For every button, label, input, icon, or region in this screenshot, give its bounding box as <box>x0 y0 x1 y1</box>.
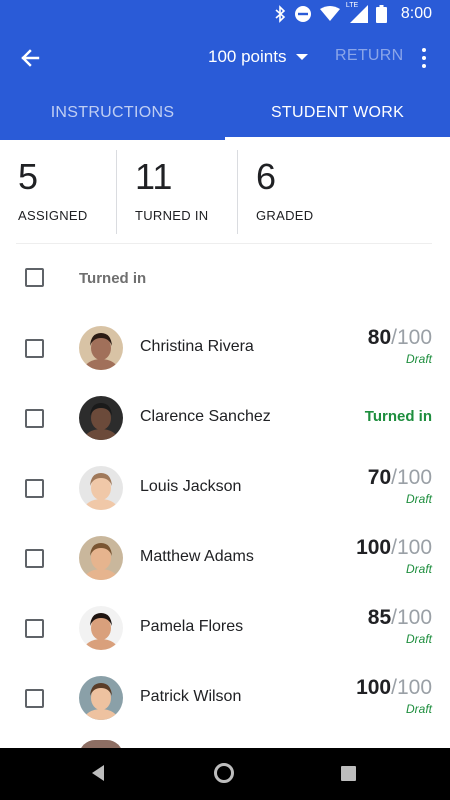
student-checkbox[interactable] <box>25 619 44 638</box>
system-nav-bar <box>0 748 450 800</box>
app-bar: 100 points RETURN <box>0 28 450 86</box>
tab-instructions[interactable]: INSTRUCTIONS <box>0 86 225 140</box>
student-name: Matthew Adams <box>140 548 254 565</box>
grade-score: 85 <box>367 606 392 629</box>
stats-summary: 5 ASSIGNED 11 TURNED IN 6 GRADED <box>0 140 450 244</box>
grade-status: Draft <box>405 492 432 506</box>
stat-label: ASSIGNED <box>18 208 88 223</box>
avatar <box>79 396 123 440</box>
divider <box>237 150 238 234</box>
points-dropdown[interactable]: 100 points <box>208 44 309 70</box>
back-button[interactable] <box>14 42 46 74</box>
student-checkbox[interactable] <box>25 689 44 708</box>
student-row[interactable]: Louis Jackson 70/100 Draft <box>0 453 450 523</box>
more-vert-icon-dot <box>422 56 426 60</box>
nav-home-icon[interactable] <box>214 763 234 783</box>
top-bar: LTE 8:00 100 points RETURN INSTRUCTIONS <box>0 0 450 140</box>
dropdown-arrow-icon <box>296 54 309 60</box>
select-all-checkbox[interactable] <box>25 268 44 287</box>
student-row[interactable]: Christina Rivera 80/100 Draft <box>0 313 450 383</box>
bluetooth-icon <box>275 5 286 23</box>
student-checkbox[interactable] <box>25 549 44 568</box>
turned-in-status: Turned in <box>364 408 432 425</box>
avatar <box>79 676 123 720</box>
status-bar: LTE 8:00 <box>0 0 450 28</box>
tab-bar: INSTRUCTIONS STUDENT WORK <box>0 86 450 140</box>
student-row[interactable]: Clarence Sanchez Turned in <box>0 383 450 453</box>
avatar <box>79 326 123 370</box>
grade-out-of: /100 <box>391 676 432 699</box>
student-row[interactable]: Matthew Adams 100/100 Draft <box>0 523 450 593</box>
list-header-label: Turned in <box>79 270 147 287</box>
grade-score: 100 <box>356 676 392 699</box>
student-name: Christina Rivera <box>140 338 254 355</box>
grade-status: Draft <box>405 702 432 716</box>
grade-status: Draft <box>405 632 432 646</box>
student-checkbox[interactable] <box>25 339 44 358</box>
tab-student-work[interactable]: STUDENT WORK <box>225 86 450 140</box>
divider <box>116 150 117 234</box>
student-row[interactable]: Pamela Flores 85/100 Draft <box>0 593 450 663</box>
more-vert-icon-dot <box>422 48 426 52</box>
student-row[interactable]: Patrick Wilson 100/100 Draft <box>0 663 450 733</box>
avatar <box>79 606 123 650</box>
grade: 70/100 Draft <box>368 466 432 506</box>
nav-recents-icon[interactable] <box>341 766 356 781</box>
do-not-disturb-icon <box>294 6 311 22</box>
grade: 100/100 Draft <box>356 676 432 716</box>
points-label: 100 points <box>208 47 287 66</box>
battery-icon <box>375 5 387 23</box>
more-vert-icon-dot <box>422 64 426 68</box>
more-options-button[interactable] <box>412 42 436 74</box>
stat-value: 6 <box>256 156 277 197</box>
arrow-back-icon <box>21 49 40 67</box>
student-checkbox[interactable] <box>25 479 44 498</box>
grade: 85/100 Draft <box>368 606 432 646</box>
student-name: Louis Jackson <box>140 478 242 495</box>
grade-out-of: /100 <box>391 536 432 559</box>
lte-signal-icon: LTE <box>346 2 368 23</box>
avatar <box>79 466 123 510</box>
grade-score: 100 <box>356 536 392 559</box>
grade-out-of: /100 <box>391 606 432 629</box>
return-button[interactable]: RETURN <box>335 47 403 65</box>
grade: 100/100 Draft <box>356 536 432 576</box>
student-name: Clarence Sanchez <box>140 408 271 425</box>
stat-label: TURNED IN <box>135 208 209 223</box>
list-header: Turned in <box>0 258 450 300</box>
grade: 80/100 Draft <box>368 326 432 366</box>
student-name: Pamela Flores <box>140 618 244 635</box>
avatar <box>79 536 123 580</box>
grade-out-of: /100 <box>391 326 432 349</box>
status-time: 8:00 <box>400 5 432 22</box>
grade-score: 70 <box>367 466 392 489</box>
grade-score: 80 <box>367 326 392 349</box>
student-checkbox[interactable] <box>25 409 44 428</box>
status-icons: LTE 8:00 <box>274 2 432 24</box>
stat-value: 5 <box>18 156 39 197</box>
grade-status: Draft <box>405 562 432 576</box>
grade-status: Draft <box>405 352 432 366</box>
student-name: Patrick Wilson <box>140 688 242 705</box>
divider <box>16 243 432 244</box>
stat-value: 11 <box>135 156 173 197</box>
wifi-icon <box>319 6 340 21</box>
nav-back-icon[interactable] <box>92 765 104 781</box>
stat-label: GRADED <box>256 208 314 223</box>
grade-out-of: /100 <box>391 466 432 489</box>
